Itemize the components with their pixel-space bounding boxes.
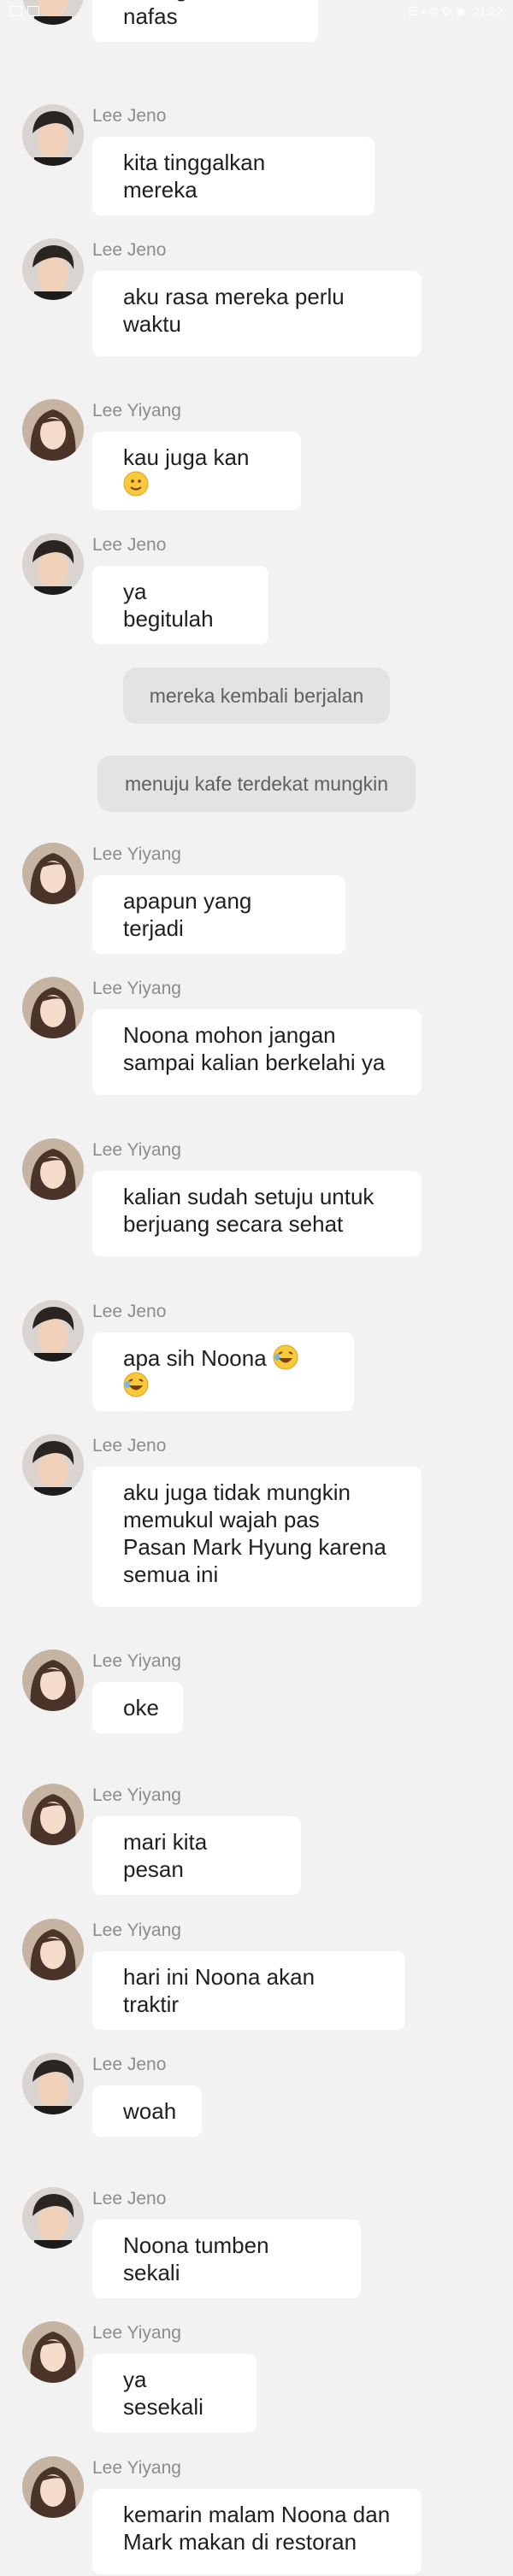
chat-message: Lee Jeno aku rasa mereka perlu waktu [0, 238, 513, 358]
message-bubble[interactable]: woah [92, 2085, 202, 2137]
avatar[interactable] [22, 1919, 84, 1980]
avatar[interactable] [22, 843, 84, 904]
message-text: apa sih Noona [123, 1345, 273, 1371]
message-text: Noona tumben sekali [123, 2232, 269, 2285]
sender-name: Lee Jeno [92, 2189, 167, 2208]
message-bubble[interactable]: ya begitulah [92, 566, 268, 644]
chat-message: Lee Yiyang Noona mohon jangan sampai kali… [0, 977, 513, 1097]
sender-name: Lee Yiyang [92, 1920, 181, 1940]
sender-name: Lee Yiyang [92, 1140, 181, 1160]
sender-name: Lee Jeno [92, 1302, 167, 1321]
avatar[interactable] [22, 977, 84, 1038]
avatar[interactable] [22, 533, 84, 595]
chat-message: Lee Yiyang hari ini Noona akan traktir [0, 1919, 513, 2030]
message-text: kau juga kan [123, 444, 250, 470]
avatar[interactable] [22, 2187, 84, 2249]
sender-name: Lee Yiyang [92, 844, 181, 864]
avatar[interactable] [22, 1434, 84, 1496]
message-text: kita tinggalkan mereka [123, 150, 266, 203]
sender-name: Lee Yiyang [92, 2458, 181, 2478]
avatar[interactable] [22, 104, 84, 166]
status-bar: ☰ • © ⚙ ◉ 21:22 [0, 0, 513, 22]
sender-name: Lee Yiyang [92, 2323, 181, 2343]
message-bubble[interactable]: aku rasa mereka perlu waktu [92, 271, 422, 356]
sender-name: Lee Jeno [92, 535, 167, 555]
smile-emoji-icon [123, 471, 149, 497]
avatar[interactable] [22, 2053, 84, 2114]
sender-name: Lee Yiyang [92, 1651, 181, 1671]
message-text: ya begitulah [123, 579, 214, 632]
sender-name: Lee Jeno [92, 2055, 167, 2074]
chat-message: Lee Jeno apa sih Noona [0, 1300, 513, 1411]
status-indicators: ☰ • © ⚙ ◉ [407, 3, 466, 18]
chat-view[interactable]: ☰ • © ⚙ ◉ 21:22 *menghela nafasLee Jenok… [0, 0, 513, 2574]
message-bubble[interactable]: kita tinggalkan mereka [92, 137, 374, 215]
message-bubble[interactable]: oke [92, 1682, 183, 1733]
sender-name: Lee Yiyang [92, 1785, 181, 1805]
message-bubble[interactable]: Noona mohon jangan sampai kalian berkela… [92, 1009, 422, 1095]
message-text: ya sesekali [123, 2367, 203, 2420]
message-bubble[interactable]: kau juga kan [92, 432, 301, 510]
chat-message: Lee Yiyang ya sesekali [0, 2321, 513, 2432]
message-text: hari ini Noona akan traktir [123, 1964, 315, 2017]
chat-message: Lee Jeno Noona tumben sekali [0, 2187, 513, 2298]
chat-message: Lee Yiyang kalian sudah setuju untuk berj… [0, 1138, 513, 1258]
avatar[interactable] [22, 2321, 84, 2383]
notification-icon [10, 6, 22, 16]
chat-message: Lee Yiyang apapun yang terjadi [0, 843, 513, 954]
message-text: woah [123, 2098, 177, 2124]
chat-message: Lee Yiyang kau juga kan [0, 399, 513, 510]
sender-name: Lee Yiyang [92, 979, 181, 998]
message-bubble[interactable]: hari ini Noona akan traktir [92, 1951, 405, 2030]
status-time: 21:22 [472, 4, 503, 18]
chat-message: Lee Jeno aku juga tidak mungkin memukul w… [0, 1434, 513, 1609]
message-bubble[interactable]: Noona tumben sekali [92, 2220, 361, 2298]
message-bubble[interactable]: apapun yang terjadi [92, 875, 345, 954]
avatar[interactable] [22, 238, 84, 300]
message-text: aku rasa mereka perlu waktu [123, 284, 345, 337]
message-icon [27, 6, 39, 16]
laughing-emoji-icon [123, 1372, 149, 1397]
narration-message: menuju kafe terdekat mungkin [97, 756, 416, 812]
avatar[interactable] [22, 1300, 84, 1362]
narration-message: mereka kembali berjalan [123, 668, 390, 724]
message-bubble[interactable]: ya sesekali [92, 2354, 256, 2432]
message-text: aku juga tidak mungkin memukul wajah pas… [123, 1479, 386, 1587]
avatar[interactable] [22, 399, 84, 461]
sender-name: Lee Jeno [92, 106, 167, 126]
sender-name: Lee Yiyang [92, 401, 181, 421]
message-bubble[interactable]: mari kita pesan [92, 1816, 301, 1895]
message-text: kemarin malam Noona dan Mark makan di re… [123, 2502, 391, 2555]
sender-name: Lee Jeno [92, 1436, 167, 1456]
chat-message: Lee Jeno ya begitulah [0, 533, 513, 644]
chat-message: Lee Jeno kita tinggalkan mereka [0, 104, 513, 215]
message-bubble[interactable]: kalian sudah setuju untuk berjuang secar… [92, 1171, 422, 1256]
chat-message: Lee Yiyang mari kita pesan [0, 1784, 513, 1895]
chat-message: Lee Jeno woah [0, 2053, 513, 2144]
avatar[interactable] [22, 1784, 84, 1845]
message-text: oke [123, 1695, 159, 1720]
chat-message: Lee Yiyang oke [0, 1650, 513, 1740]
sender-name: Lee Jeno [92, 240, 167, 260]
avatar[interactable] [22, 1650, 84, 1711]
laughing-emoji-icon [273, 1344, 298, 1370]
message-text: Noona mohon jangan sampai kalian berkela… [123, 1022, 386, 1075]
avatar[interactable] [22, 1138, 84, 1200]
message-bubble[interactable]: aku juga tidak mungkin memukul wajah pas… [92, 1467, 422, 1607]
message-text: kalian sudah setuju untuk berjuang secar… [123, 1184, 374, 1237]
chat-message: Lee Yiyang kemarin malam Noona dan Mark m… [0, 2456, 513, 2576]
message-text: mari kita pesan [123, 1829, 208, 1882]
message-bubble[interactable]: kemarin malam Noona dan Mark makan di re… [92, 2489, 422, 2574]
avatar[interactable] [22, 2456, 84, 2518]
message-bubble[interactable]: apa sih Noona [92, 1332, 354, 1411]
message-text: apapun yang terjadi [123, 888, 252, 941]
